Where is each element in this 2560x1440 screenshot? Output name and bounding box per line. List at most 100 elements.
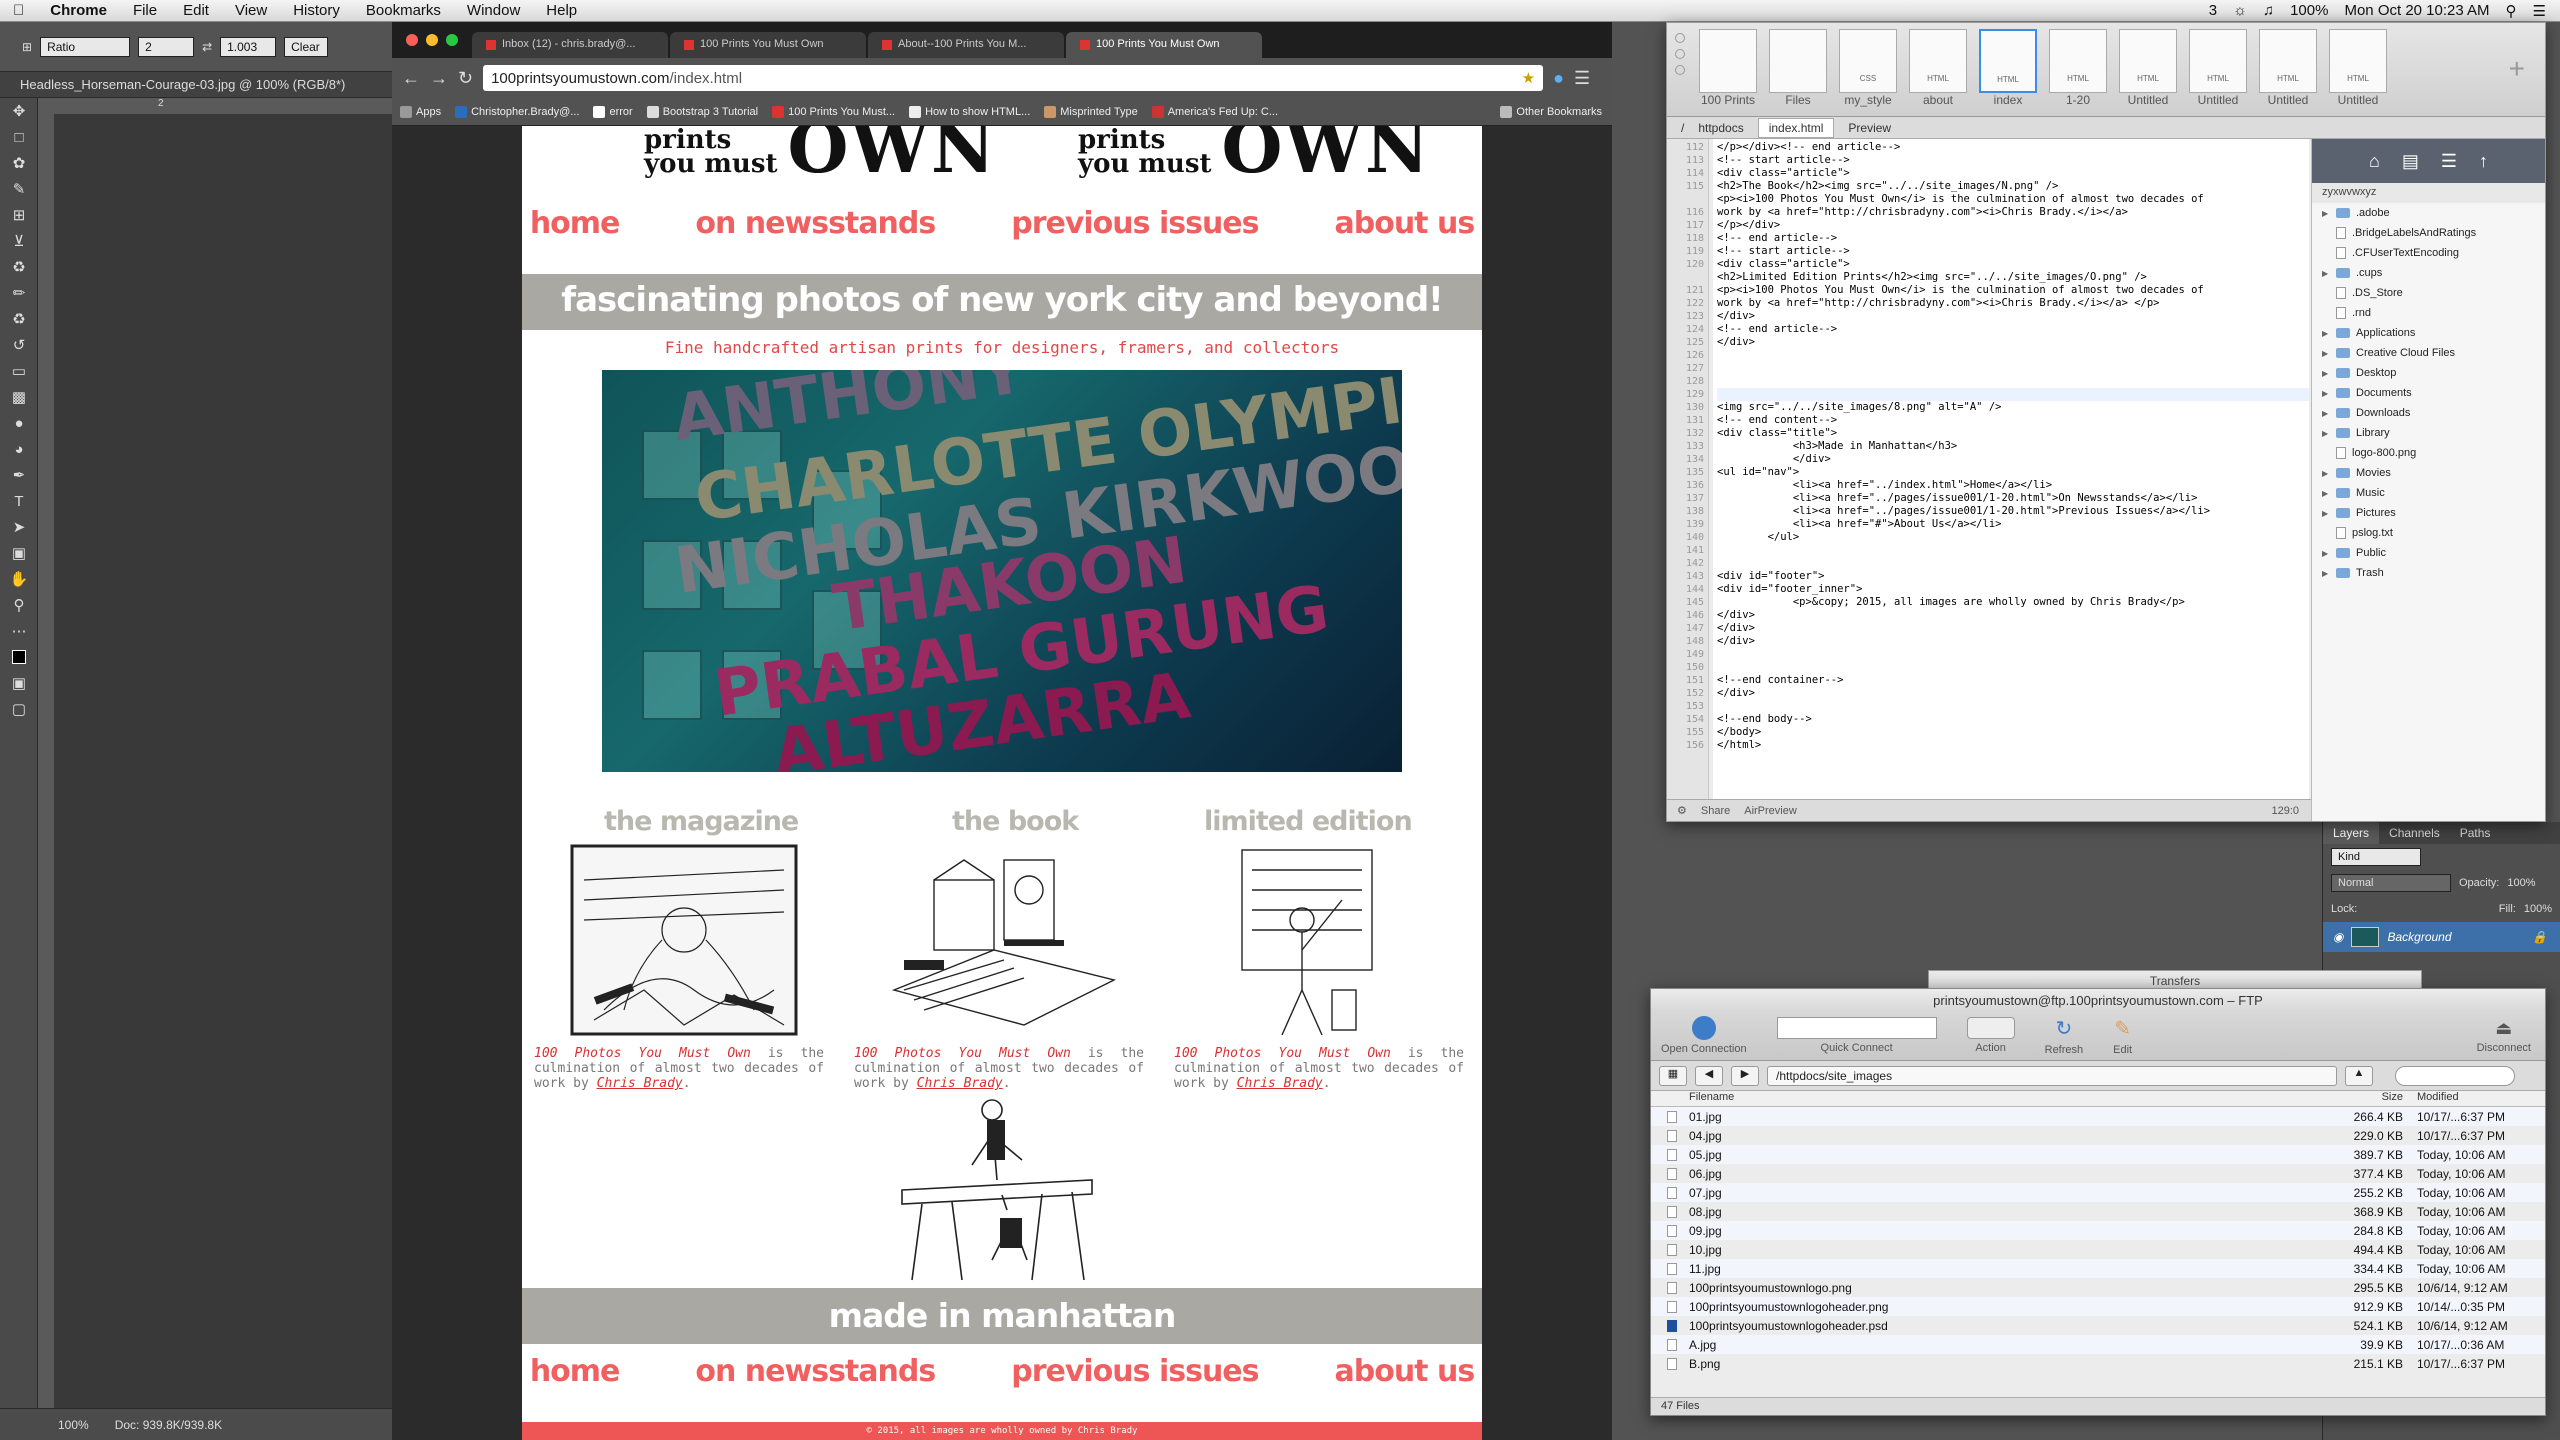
code-line[interactable]: </body> [1717,726,2309,739]
shape-tool-icon[interactable]: ▣ [0,540,38,566]
remote-path-select[interactable]: /httpdocs/site_images [1767,1065,2337,1086]
col-title-book[interactable]: the book [952,806,1079,837]
menu-window[interactable]: Window [454,2,533,19]
browser-item[interactable]: ▶ Movies [2312,463,2545,483]
code-line[interactable]: </div> [1717,609,2309,622]
address-bar[interactable]: 100printsyoumustown.com/index.html ★ [483,65,1544,91]
file-row[interactable]: 100printsyoumustownlogoheader.psd 524.1 K… [1651,1316,2545,1335]
open-file-thumb[interactable]: HTML Untitled [2187,29,2249,107]
volume-icon[interactable]: ♫ [2263,2,2274,19]
bookmark-misprinted[interactable]: Misprinted Type [1044,105,1138,118]
layer-background[interactable]: ◉ Background 🔒 [2323,922,2560,952]
disclosure-icon[interactable]: ▶ [2322,369,2330,378]
code-line[interactable]: <li><a href="#">About Us</a></li> [1717,518,2309,531]
browser-item[interactable]: .BridgeLabelsAndRatings [2312,223,2545,243]
menu-app-name[interactable]: Chrome [37,2,120,19]
disconnect-button[interactable]: ⏏ Disconnect [2477,1018,2545,1054]
open-file-thumb[interactable]: Files [1767,29,1829,107]
bookmark-bootstrap[interactable]: Bootstrap 3 Tutorial [646,105,758,118]
zoom-window-icon[interactable] [446,34,458,46]
path-current-file[interactable]: index.html [1757,117,1835,138]
eyedropper-tool-icon[interactable]: ⊻ [0,228,38,254]
eye-icon[interactable]: ◉ [2333,930,2343,944]
engraving-cherub[interactable] [564,840,804,1040]
code-line[interactable]: work by <a href="http://chrisbradyny.com… [1717,206,2309,219]
dodge-tool-icon[interactable]: ◕ [0,436,38,462]
refresh-button[interactable]: ↻ Refresh [2045,1016,2084,1056]
author-link[interactable]: Chris Brady [1237,1076,1323,1091]
quick-select-tool-icon[interactable]: ✎ [0,176,38,202]
edit-button[interactable]: ✎ Edit [2113,1016,2132,1056]
tab-paths[interactable]: Paths [2450,822,2501,844]
bookmark-100prints[interactable]: 100 Prints You Must... [772,105,895,118]
apple-icon[interactable]:  [0,2,37,19]
home-icon[interactable]: ⌂ [2369,151,2380,172]
browser-item[interactable]: ▶ Library [2312,423,2545,443]
fill-value[interactable]: 100% [2524,903,2552,915]
nav-home[interactable]: home [530,206,621,241]
notification-icon[interactable]: ☰ [2533,2,2546,20]
kind-filter-select[interactable]: Kind [2331,848,2421,866]
file-row[interactable]: 04.jpg 229.0 KB 10/17/...6:37 PM [1651,1126,2545,1145]
bookmarks-icon[interactable]: ▦ [1659,1065,1687,1086]
nav-about-us[interactable]: about us [1335,1354,1476,1389]
type-tool-icon[interactable]: T [0,488,38,514]
browser-item[interactable]: ▶ .cups [2312,263,2545,283]
opacity-value[interactable]: 100% [2507,877,2535,889]
disclosure-icon[interactable]: ▶ [2322,469,2330,478]
disclosure-icon[interactable]: ▶ [2322,329,2330,338]
forward-icon[interactable]: ▶ [1731,1065,1759,1086]
brush-tool-icon[interactable]: ✏ [0,280,38,306]
hand-tool-icon[interactable]: ✋ [0,566,38,592]
nav-on-newsstands[interactable]: on newsstands [695,206,936,241]
chrome-menu-icon[interactable]: ☰ [1574,68,1590,89]
hero-photo[interactable]: ANTHONY CHARLOTTE OLYMPIA NICHOLAS KIRKW… [602,370,1402,772]
battery-percent[interactable]: 100% [2290,2,2328,19]
doc-size[interactable]: Doc: 939.8K/939.8K [115,1418,222,1432]
healing-tool-icon[interactable]: ♻ [0,254,38,280]
browser-item[interactable]: ▶ Pictures [2312,503,2545,523]
author-link[interactable]: Chris Brady [597,1076,683,1091]
file-row[interactable]: 09.jpg 284.8 KB Today, 10:06 AM [1651,1221,2545,1240]
code-line[interactable]: </div> [1717,635,2309,648]
close-window-icon[interactable] [1675,33,1685,43]
code-line[interactable]: <h2>Limited Edition Prints</h2><img src=… [1717,271,2309,284]
file-row[interactable]: A.jpg 39.9 KB 10/17/...0:36 AM [1651,1335,2545,1354]
bookmark-america[interactable]: America's Fed Up: C... [1151,105,1278,118]
code-line[interactable]: <ul id="nav"> [1717,466,2309,479]
bookmark-html[interactable]: How to show HTML... [909,105,1030,118]
file-row[interactable]: 01.jpg 266.4 KB 10/17/...6:37 PM [1651,1107,2545,1126]
tab-100prints-1[interactable]: 100 Prints You Must Own [670,32,866,58]
ps-canvas[interactable] [54,114,392,1408]
zoom-level[interactable]: 100% [58,1418,89,1432]
browser-item[interactable]: .rnd [2312,303,2545,323]
menu-edit[interactable]: Edit [170,2,222,19]
menu-file[interactable]: File [120,2,170,19]
code-line[interactable]: <div class="article"> [1717,258,2309,271]
browser-item[interactable]: ▶ Downloads [2312,403,2545,423]
browser-item[interactable]: .DS_Store [2312,283,2545,303]
code-line[interactable]: </html> [1717,739,2309,752]
code-line[interactable]: </p></div> [1717,219,2309,232]
code-line[interactable]: <!-- end article--> [1717,232,2309,245]
disclosure-icon[interactable]: ▶ [2322,269,2330,278]
disclosure-icon[interactable]: ▶ [2322,489,2330,498]
disclosure-icon[interactable]: ▶ [2322,429,2330,438]
disclosure-icon[interactable]: ▶ [2322,409,2330,418]
code-line[interactable]: <h3>Made in Manhattan</h3> [1717,440,2309,453]
screen-mode-icon[interactable]: ▢ [0,696,38,722]
extension-icon[interactable]: ● [1553,68,1564,89]
ratio-select[interactable]: Ratio [40,36,131,57]
code-line[interactable]: </div> [1717,687,2309,700]
clock[interactable]: Mon Oct 20 10:23 AM [2344,2,2489,19]
code-line[interactable]: </p></div><!-- end article--> [1717,141,2309,154]
file-row[interactable]: B.png 215.1 KB 10/17/...6:37 PM [1651,1354,2545,1373]
site-logo-left[interactable]: prints you must OWN [644,126,997,183]
code-line[interactable] [1717,362,2309,375]
engraving-poster-man[interactable] [1182,840,1432,1040]
move-tool-icon[interactable]: ✥ [0,98,38,124]
swap-icon[interactable]: ⇄ [202,40,212,54]
code-line[interactable] [1717,388,2309,401]
browser-item[interactable]: pslog.txt [2312,523,2545,543]
code-line[interactable]: <!-- start article--> [1717,245,2309,258]
